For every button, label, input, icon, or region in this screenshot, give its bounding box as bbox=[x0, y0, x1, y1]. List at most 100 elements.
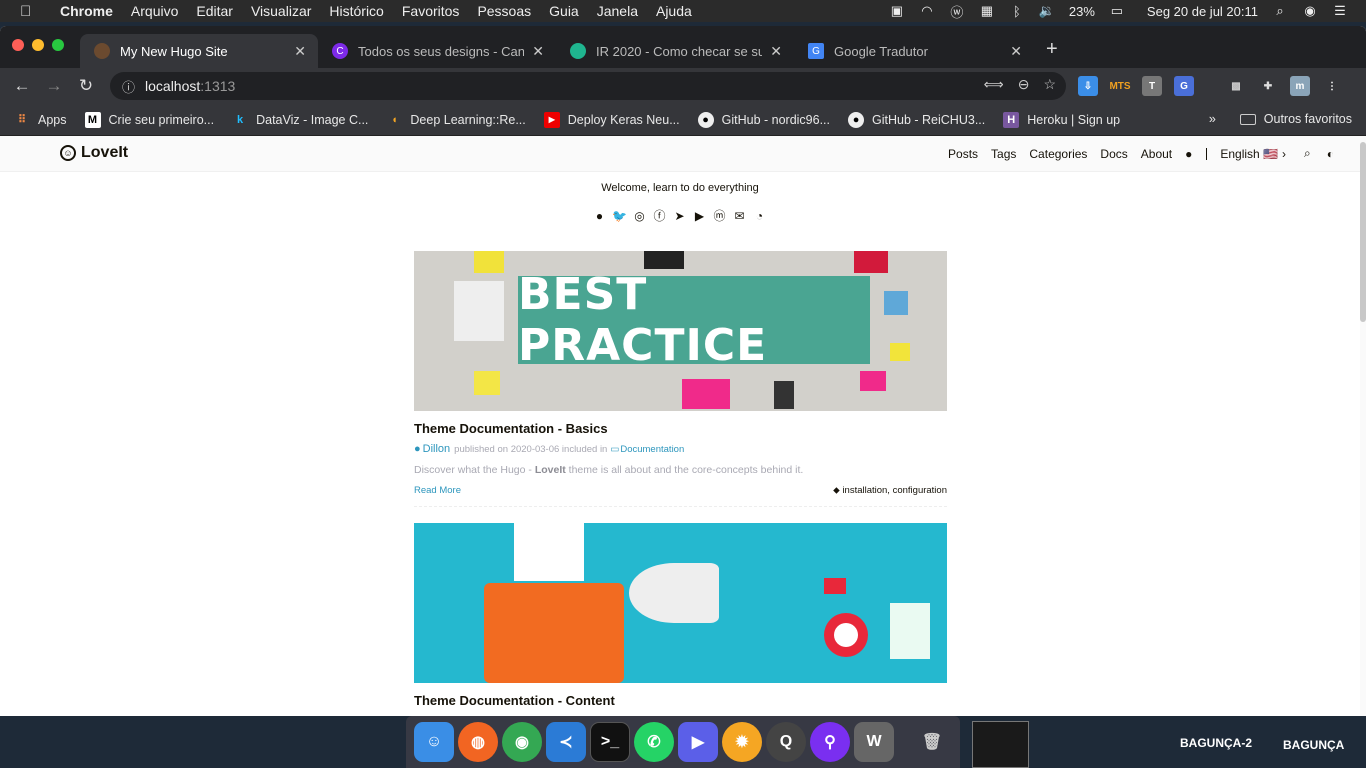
telegram-icon[interactable]: ➤ bbox=[672, 208, 687, 223]
tab-canva[interactable]: C Todos os seus designs - Canva ✕ bbox=[318, 34, 556, 68]
zoom-window-button[interactable] bbox=[52, 39, 64, 51]
email-icon[interactable]: ✉ bbox=[732, 208, 747, 223]
nav-docs[interactable]: Docs bbox=[1100, 147, 1127, 161]
post-category[interactable]: Documentation bbox=[620, 444, 684, 455]
siri-icon[interactable]: ◉ bbox=[1302, 3, 1318, 19]
translate-extension-icon[interactable]: G bbox=[1174, 76, 1194, 96]
forward-arrow-icon[interactable]: → bbox=[42, 76, 66, 96]
nav-categories[interactable]: Categories bbox=[1029, 147, 1087, 161]
youtube-icon[interactable]: ▶ bbox=[692, 208, 707, 223]
post-title[interactable]: Theme Documentation - Basics bbox=[414, 421, 947, 436]
new-tab-plus-icon[interactable]: + bbox=[1046, 38, 1058, 61]
whatsapp-icon[interactable]: ✆ bbox=[634, 722, 674, 762]
reload-icon[interactable]: ↻ bbox=[74, 76, 98, 96]
site-logo[interactable]: ☺ LoveIt bbox=[60, 144, 128, 162]
bookmark-deploy-keras[interactable]: ▶ Deploy Keras Neu... bbox=[543, 111, 680, 128]
nav-tags[interactable]: Tags bbox=[991, 147, 1016, 161]
maps-pin-icon[interactable]: ⚲ bbox=[810, 722, 850, 762]
bookmark-deep-learning[interactable]: ◖ Deep Learning::Re... bbox=[386, 112, 526, 128]
github-icon[interactable]: ● bbox=[592, 208, 607, 223]
menu-ajuda[interactable]: Ajuda bbox=[656, 3, 692, 19]
volume-icon[interactable]: 🔉 bbox=[1039, 3, 1055, 19]
theme-switch-icon[interactable]: ◐ bbox=[1327, 147, 1334, 161]
extensions-puzzle-icon[interactable]: ✚ bbox=[1258, 76, 1278, 96]
battery-percent[interactable]: 23% bbox=[1069, 4, 1095, 19]
address-bar[interactable]: ⓘ localhost:1313 ⟺ ⊖ ☆ bbox=[110, 72, 1066, 100]
spotlight-search-icon[interactable]: ⌕ bbox=[1272, 3, 1288, 19]
close-window-button[interactable] bbox=[12, 39, 24, 51]
menu-historico[interactable]: Histórico bbox=[329, 3, 383, 19]
scrollbar-thumb[interactable] bbox=[1360, 142, 1366, 322]
firefox-icon[interactable]: ◍ bbox=[458, 722, 498, 762]
close-tab-icon[interactable]: ✕ bbox=[532, 43, 544, 60]
github-icon[interactable]: ● bbox=[1185, 147, 1192, 161]
post-title[interactable]: Theme Documentation - Content bbox=[414, 693, 947, 708]
w-app-icon[interactable]: W bbox=[854, 722, 894, 762]
bookmark-dataviz[interactable]: k DataViz - Image C... bbox=[232, 112, 368, 128]
menu-pessoas[interactable]: Pessoas bbox=[477, 3, 531, 19]
close-tab-icon[interactable]: ✕ bbox=[1010, 43, 1022, 60]
bookmark-heroku[interactable]: H Heroku | Sign up bbox=[1003, 111, 1120, 128]
zoom-icon[interactable]: ⊖ bbox=[1018, 76, 1030, 93]
tags-list[interactable]: installation, configuration bbox=[842, 485, 947, 496]
bookmark-medium[interactable]: M Crie seu primeiro... bbox=[84, 111, 214, 128]
control-list-icon[interactable]: ☰ bbox=[1332, 3, 1348, 19]
post-featured-image[interactable] bbox=[414, 523, 947, 683]
post-author[interactable]: Dillon bbox=[423, 443, 451, 455]
download-extension-icon[interactable]: ⇩ bbox=[1078, 76, 1098, 96]
finder-icon[interactable]: ☺ bbox=[414, 722, 454, 762]
back-arrow-icon[interactable]: ← bbox=[10, 76, 34, 96]
profile-avatar[interactable]: m bbox=[1290, 76, 1310, 96]
menu-app-name[interactable]: Chrome bbox=[60, 3, 113, 19]
zoom-icon[interactable]: ▶ bbox=[678, 722, 718, 762]
page-scrollbar[interactable] bbox=[1360, 136, 1366, 716]
quicktime-icon[interactable]: Q bbox=[766, 722, 806, 762]
minimize-window-button[interactable] bbox=[32, 39, 44, 51]
language-select[interactable]: English 🇺🇸 bbox=[1220, 147, 1278, 161]
chrome-icon[interactable]: ◉ bbox=[502, 722, 542, 762]
tab-google-tradutor[interactable]: G Google Tradutor ✕ bbox=[794, 34, 1034, 68]
more-bookmarks-chevron-icon[interactable]: » bbox=[1209, 112, 1216, 126]
w-circle-icon[interactable]: ⓦ bbox=[949, 2, 965, 21]
trash-icon[interactable]: 🗑 bbox=[912, 722, 952, 762]
bookmark-github-nordic[interactable]: ● GitHub - nordic96... bbox=[697, 111, 830, 128]
rss-icon[interactable]: ◔ bbox=[752, 208, 767, 223]
battery-icon[interactable]: ▭ bbox=[1109, 3, 1125, 19]
terminal-icon[interactable]: >_ bbox=[590, 722, 630, 762]
menu-editar[interactable]: Editar bbox=[196, 3, 233, 19]
menu-visualizar[interactable]: Visualizar bbox=[251, 3, 311, 19]
desktop-space-thumbnail[interactable] bbox=[972, 721, 1029, 768]
menu-janela[interactable]: Janela bbox=[597, 3, 638, 19]
t-extension-icon[interactable]: T bbox=[1142, 76, 1162, 96]
mastodon-icon[interactable]: ⓜ bbox=[712, 208, 727, 223]
qr-extension-icon[interactable]: ▩ bbox=[1226, 76, 1246, 96]
close-tab-icon[interactable]: ✕ bbox=[770, 43, 782, 60]
site-info-icon[interactable]: ⓘ bbox=[122, 77, 135, 96]
desktop-label[interactable]: BAGUNÇA bbox=[1283, 738, 1344, 752]
calendar-icon[interactable]: ▦ bbox=[979, 3, 995, 19]
apple-icon[interactable]:  bbox=[20, 3, 36, 20]
notification-icon[interactable]: ▣ bbox=[889, 3, 905, 19]
post-featured-image[interactable]: BEST PRACTICE bbox=[414, 251, 947, 411]
chrome-menu-icon[interactable]: ⋮ bbox=[1322, 76, 1342, 96]
clock[interactable]: Seg 20 de jul 20:11 bbox=[1147, 4, 1258, 19]
desktop-label[interactable]: BAGUNÇA-2 bbox=[1180, 736, 1252, 750]
toolbox-icon[interactable]: ✹ bbox=[722, 722, 762, 762]
menu-favoritos[interactable]: Favoritos bbox=[402, 3, 460, 19]
language-chevron-icon[interactable]: › bbox=[1282, 147, 1286, 161]
read-more-link[interactable]: Read More bbox=[414, 485, 461, 496]
instagram-icon[interactable]: ◎ bbox=[632, 208, 647, 223]
menu-arquivo[interactable]: Arquivo bbox=[131, 3, 178, 19]
bluetooth-icon[interactable]: ᛒ bbox=[1009, 4, 1025, 19]
close-tab-icon[interactable]: ✕ bbox=[294, 43, 306, 60]
tab-my-new-hugo-site[interactable]: My New Hugo Site ✕ bbox=[80, 34, 318, 68]
bookmark-star-icon[interactable]: ☆ bbox=[1043, 76, 1056, 93]
translate-page-icon[interactable]: ⟺ bbox=[984, 76, 1004, 93]
bookmark-apps[interactable]: ⠿ Apps bbox=[14, 112, 67, 128]
mts-extension-icon[interactable]: MTS bbox=[1109, 76, 1130, 96]
bookmark-other-favorites[interactable]: Outros favoritos bbox=[1239, 112, 1352, 126]
search-icon[interactable]: ⌕ bbox=[1304, 146, 1311, 161]
nav-about[interactable]: About bbox=[1141, 147, 1172, 161]
nav-posts[interactable]: Posts bbox=[948, 147, 978, 161]
tab-ir-2020[interactable]: IR 2020 - Como checar se sua ✕ bbox=[556, 34, 794, 68]
